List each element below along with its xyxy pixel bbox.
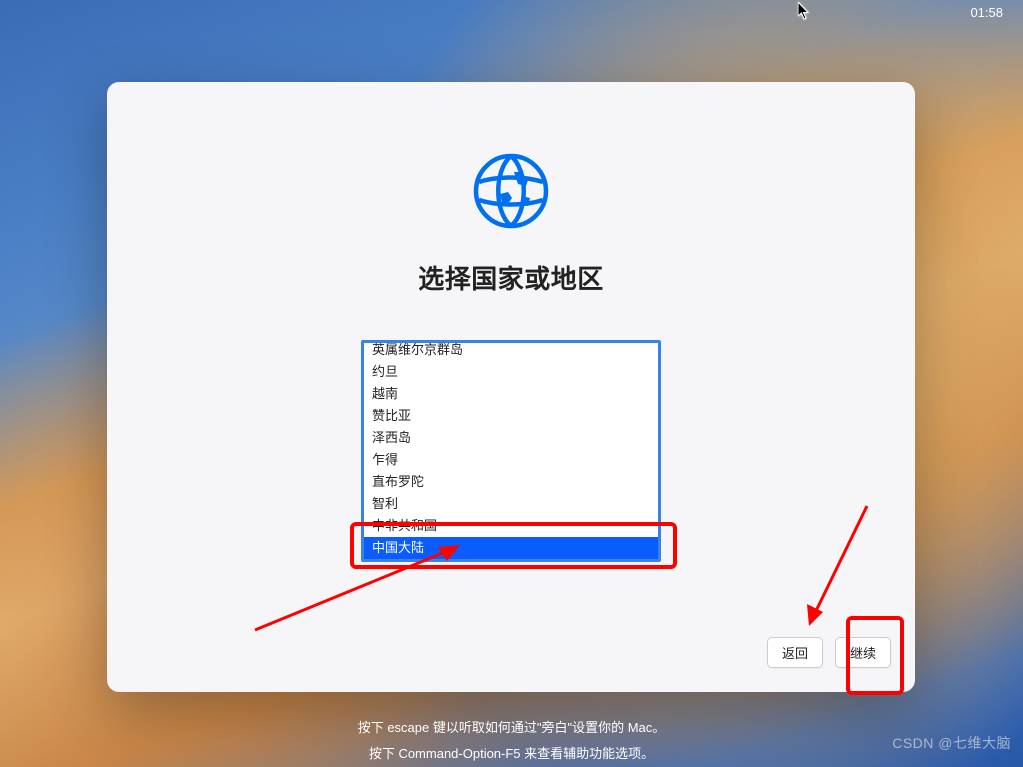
list-item[interactable]: 智利 <box>364 493 658 515</box>
hint-escape: 按下 escape 键以听取如何通过"旁白"设置你的 Mac。 <box>0 717 1023 736</box>
list-item[interactable]: 赞比亚 <box>364 405 658 427</box>
clock: 01:58 <box>970 5 1003 20</box>
country-listbox[interactable]: 英国英属维尔京群岛约旦越南赞比亚泽西岛乍得直布罗陀智利中非共和国中国大陆 <box>361 340 661 562</box>
list-item[interactable]: 乍得 <box>364 449 658 471</box>
globe-icon <box>472 152 550 235</box>
page-title: 选择国家或地区 <box>418 259 604 296</box>
menu-bar: 01:58 <box>0 0 1023 24</box>
watermark: CSDN @七维大脑 <box>892 733 1011 753</box>
setup-panel: 选择国家或地区 英国英属维尔京群岛约旦越南赞比亚泽西岛乍得直布罗陀智利中非共和国… <box>107 82 915 692</box>
list-item[interactable]: 约旦 <box>364 361 658 383</box>
list-item[interactable]: 中国大陆 <box>364 537 658 559</box>
list-item[interactable]: 泽西岛 <box>364 427 658 449</box>
hint-accessibility: 按下 Command-Option-F5 来查看辅助功能选项。 <box>0 743 1023 762</box>
continue-button[interactable]: 继续 <box>835 637 891 668</box>
list-item[interactable]: 中非共和国 <box>364 515 658 537</box>
list-item[interactable]: 英属维尔京群岛 <box>364 343 658 361</box>
button-bar: 返回 继续 <box>767 637 891 668</box>
list-item[interactable]: 直布罗陀 <box>364 471 658 493</box>
list-item[interactable]: 越南 <box>364 383 658 405</box>
back-button[interactable]: 返回 <box>767 637 823 668</box>
